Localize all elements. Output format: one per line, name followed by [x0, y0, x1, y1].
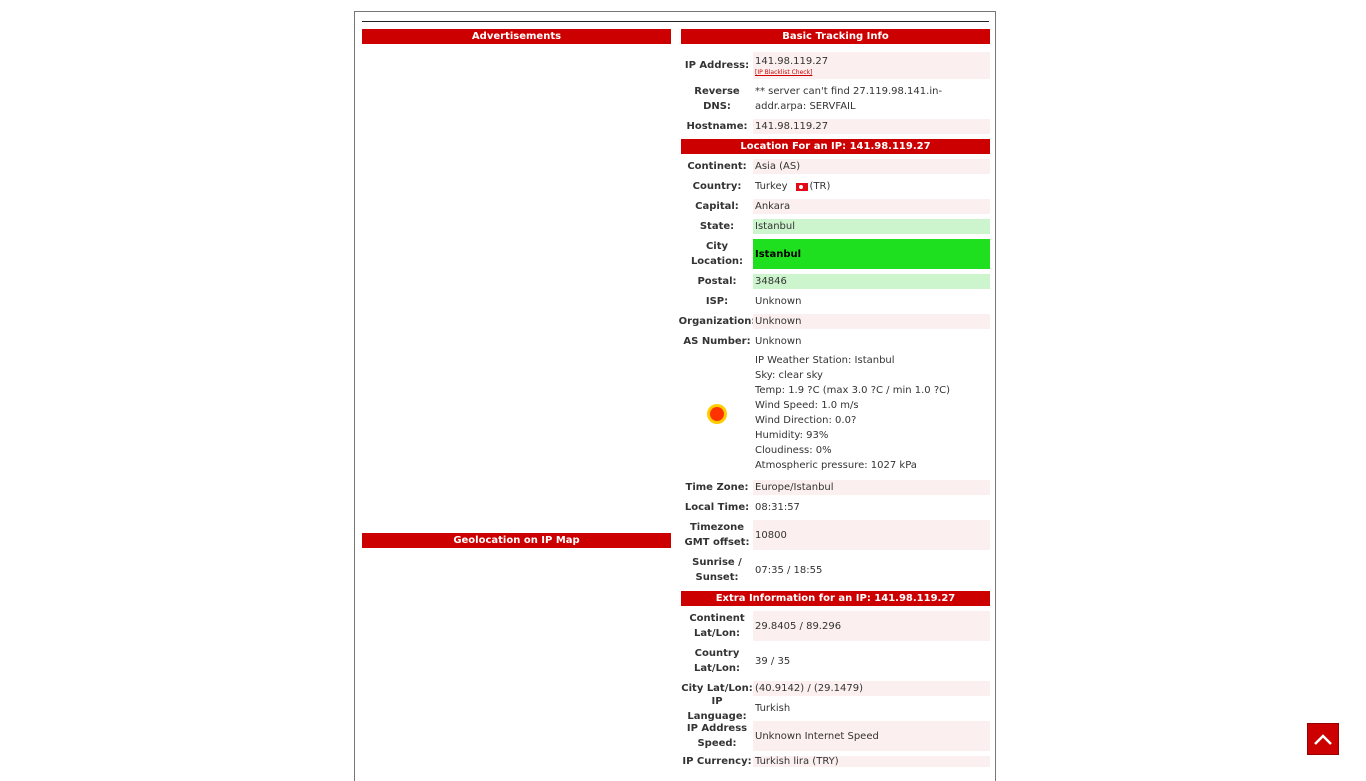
organization-label: Organization: — [678, 316, 756, 327]
ip-address-label: IP Address: — [684, 60, 750, 71]
continent-label: Continent: — [687, 161, 747, 172]
language-label: IP Language: — [687, 695, 747, 722]
reverse-dns-label: Reverse DNS: — [694, 86, 740, 112]
gmt-offset-label: Timezone GMT offset: — [684, 522, 750, 548]
language-value: Turkish — [755, 703, 791, 714]
country-latlon-value: 39 / 35 — [755, 655, 791, 667]
organization-row: Organization: Unknown — [678, 314, 990, 329]
as-number-value: Unknown — [755, 336, 802, 347]
country-name: Turkey — [755, 181, 788, 192]
weather-line: Atmospheric pressure: 1027 kPa — [755, 460, 917, 471]
country-label: Country: — [692, 181, 742, 192]
weather-line: Temp: 1.9 ?C (max 3.0 ?C / min 1.0 ?C) — [755, 385, 951, 396]
extra-info-header: Extra Information for an IP: 141.98.119.… — [681, 591, 990, 606]
gmt-offset-value: 10800 — [753, 520, 990, 550]
weather-line: IP Weather Station: Istanbul — [755, 355, 895, 366]
location-header: Location For an IP: 141.98.119.27 — [681, 139, 990, 154]
advertisements-header: Advertisements — [362, 29, 671, 44]
as-number-label: AS Number: — [683, 336, 751, 347]
continent-value: Asia (AS) — [753, 159, 990, 174]
capital-row: Capital: Ankara — [681, 199, 990, 214]
capital-label: Capital: — [695, 201, 739, 212]
weather-row: IP Weather Station: Istanbul Sky: clear … — [681, 353, 990, 475]
speed-value: Unknown Internet Speed — [753, 721, 990, 751]
continent-latlon-row: Continent Lat/Lon: 29.8405 / 89.296 — [681, 611, 990, 641]
isp-label: ISP: — [705, 296, 729, 307]
sunrise-sunset-row: Sunrise / Sunset: 07:35 / 18:55 — [681, 555, 990, 585]
continent-row: Continent: Asia (AS) — [681, 159, 990, 174]
continent-latlon-label: Continent Lat/Lon: — [689, 613, 745, 639]
isp-row: ISP: Unknown — [681, 294, 990, 309]
weather-line: Wind Speed: 1.0 m/s — [755, 400, 859, 411]
organization-value: Unknown — [753, 314, 990, 329]
turkey-flag-icon — [795, 182, 808, 191]
hostname-label: Hostname: — [686, 121, 748, 132]
local-time-label: Local Time: — [684, 502, 750, 513]
ip-address-row: IP Address: 141.98.119.27 [IP Blacklist … — [681, 52, 990, 79]
reverse-dns-row: Reverse DNS: ** server can't find 27.119… — [681, 84, 990, 114]
chevron-up-icon — [1314, 734, 1332, 745]
country-row: Country: Turkey (TR) — [681, 179, 990, 194]
currency-row: IP Currency: Turkish lira (TRY) — [681, 756, 990, 767]
timezone-value: Europe/Istanbul — [753, 480, 990, 495]
top-divider — [362, 21, 989, 22]
currency-label: IP Currency: — [682, 756, 752, 767]
reverse-dns-value: ** server can't find 27.119.98.141.in-ad… — [755, 86, 943, 112]
sun-icon — [710, 407, 724, 421]
weather-line: Cloudiness: 0% — [755, 445, 832, 456]
city-label: City Location: — [690, 241, 744, 267]
country-latlon-row: Country Lat/Lon: 39 / 35 — [681, 646, 990, 676]
city-latlon-value: (40.9142) / (29.1479) — [753, 681, 990, 696]
weather-line: Sky: clear sky — [755, 370, 823, 381]
timezone-label: Time Zone: — [685, 482, 749, 493]
speed-label: IP Address Speed: — [686, 723, 748, 749]
continent-latlon-value: 29.8405 / 89.296 — [753, 611, 990, 641]
weather-line: Humidity: 93% — [755, 430, 829, 441]
sunrise-sunset-value: 07:35 / 18:55 — [755, 564, 823, 576]
currency-value: Turkish lira (TRY) — [753, 756, 990, 767]
weather-info: IP Weather Station: Istanbul Sky: clear … — [753, 353, 990, 475]
timezone-row: Time Zone: Europe/Istanbul — [681, 480, 990, 495]
local-time-row: Local Time: 08:31:57 — [681, 500, 990, 515]
map-header: Geolocation on IP Map — [362, 533, 671, 548]
postal-row: Postal: 34846 — [681, 274, 990, 289]
state-label: State: — [699, 221, 735, 232]
gmt-offset-row: Timezone GMT offset: 10800 — [681, 520, 990, 550]
country-code: (TR) — [809, 181, 831, 192]
ip-address-value: 141.98.119.27 — [755, 56, 829, 67]
postal-label: Postal: — [697, 276, 737, 287]
language-row: IP Language: Turkish — [681, 695, 990, 722]
local-time-value: 08:31:57 — [755, 502, 800, 513]
sunrise-sunset-label: Sunrise / Sunset: — [692, 557, 742, 583]
postal-value: 34846 — [753, 274, 990, 289]
basic-info-header: Basic Tracking Info — [681, 29, 990, 44]
hostname-row: Hostname: 141.98.119.27 — [681, 119, 990, 134]
isp-value: Unknown — [755, 296, 802, 307]
country-latlon-label: Country Lat/Lon: — [694, 648, 740, 674]
capital-value: Ankara — [753, 199, 990, 214]
city-row: City Location: Istanbul — [681, 239, 990, 269]
weather-line: Wind Direction: 0.0? — [755, 415, 857, 426]
speed-row: IP Address Speed: Unknown Internet Speed — [681, 721, 990, 751]
scroll-to-top-button[interactable] — [1307, 723, 1339, 755]
state-value: Istanbul — [753, 219, 990, 234]
city-value: Istanbul — [753, 239, 990, 269]
hostname-value: 141.98.119.27 — [753, 119, 990, 134]
as-number-row: AS Number: Unknown — [681, 334, 990, 349]
state-row: State: Istanbul — [681, 219, 990, 234]
ip-blacklist-link[interactable]: [IP Blacklist Check] — [755, 69, 990, 77]
